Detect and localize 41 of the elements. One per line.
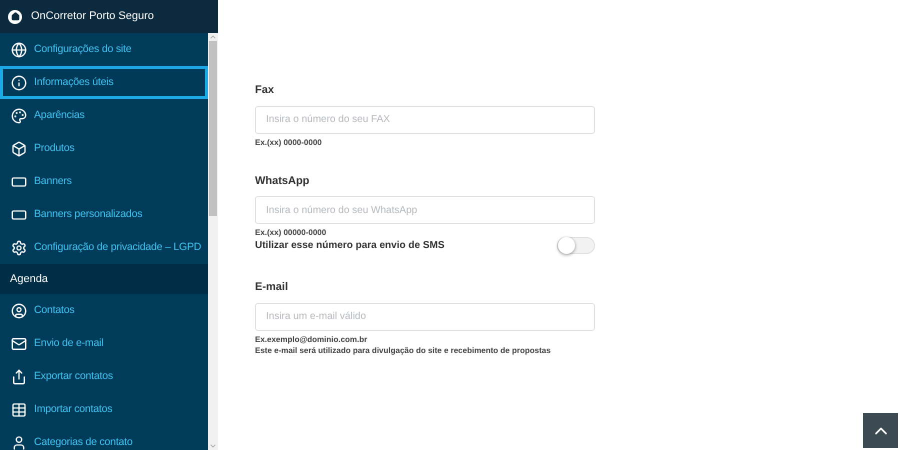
input-field[interactable]: Insira o número do seu FAX	[255, 106, 595, 134]
settings-icon	[11, 240, 27, 256]
user-circle-icon	[11, 302, 27, 318]
app-title: OnCorretor Porto Seguro	[31, 9, 154, 24]
box-icon	[11, 140, 27, 156]
field-label: Fax	[255, 83, 275, 98]
section-heading: Agenda	[0, 264, 208, 294]
scrollbar[interactable]	[208, 33, 218, 450]
sidebar-item[interactable]: Exportar contatos	[0, 360, 208, 393]
sidebar-item[interactable]: Informações úteis	[0, 66, 208, 99]
hint-text: Este e-mail será utilizado para divulgação do site e recebimento de propostas	[255, 344, 552, 356]
share-icon	[11, 368, 27, 384]
sidebar-item[interactable]: Banners personalizados	[0, 198, 208, 231]
sidebar-item[interactable]: Envio de e-mail	[0, 327, 208, 360]
user-icon	[11, 434, 27, 450]
scroll-up-icon[interactable]	[208, 33, 218, 41]
scroll-down-icon[interactable]	[208, 442, 218, 450]
field-label: WhatsApp	[255, 174, 310, 188]
input-field[interactable]: Insira um e-mail válido	[255, 302, 595, 330]
table-icon	[11, 402, 27, 418]
sidebar-item[interactable]: Contatos	[0, 294, 208, 327]
input-field[interactable]: Insira o número do seu WhatsApp	[255, 196, 595, 224]
hint-text: Ex.exemplo@dominio.com.br	[255, 334, 368, 344]
sidebar-item[interactable]: Importar contatos	[0, 393, 208, 426]
toggle-label: Utilizar esse número para envio de SMS	[255, 239, 445, 253]
sidebar-item[interactable]: Aparências	[0, 99, 208, 132]
info-icon	[11, 74, 27, 90]
hint-text: Ex.(xx) 0000-0000	[255, 136, 323, 148]
globe-icon	[11, 42, 27, 58]
toggle-switch[interactable]	[557, 237, 595, 254]
mail-icon	[11, 336, 27, 352]
sidebar-item[interactable]: Configuração de privacidade – LGPD	[0, 231, 208, 264]
field-label: E-mail	[255, 280, 290, 295]
sidebar-item[interactable]: Banners	[0, 165, 208, 198]
scroll-top-button[interactable]	[863, 413, 898, 448]
palette-icon	[11, 108, 27, 124]
sidebar-item[interactable]: Configurações do site	[0, 33, 208, 66]
hint-text: Ex.(xx) 00000-0000	[255, 227, 328, 238]
sidebar-item[interactable]: Produtos	[0, 132, 208, 165]
home-icon[interactable]	[8, 10, 22, 24]
sidebar-item[interactable]: Categorias de contato	[0, 426, 208, 450]
